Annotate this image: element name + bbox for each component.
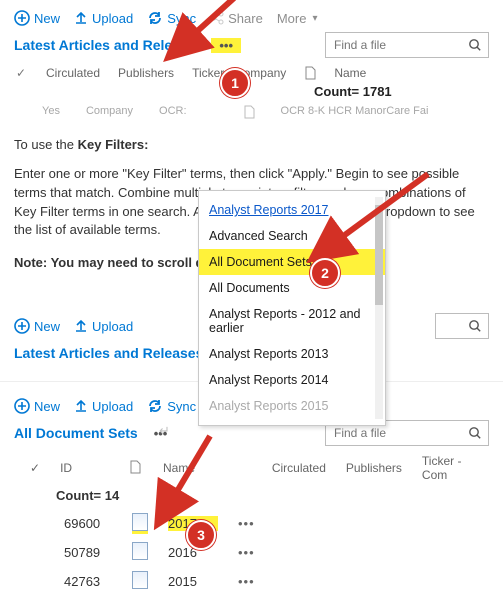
docset-icon — [132, 513, 148, 534]
search-input[interactable] — [332, 425, 446, 441]
annotation-arrow-1 — [164, 0, 254, 69]
sync-icon — [147, 398, 163, 414]
search-icon — [468, 426, 482, 440]
upload-icon — [74, 319, 88, 333]
new-button[interactable]: New — [14, 398, 60, 414]
badge-3: 3 — [186, 520, 216, 550]
faint-d: OCR 8-K HCR ManorCare Fai — [281, 105, 429, 122]
cell-id: 50789 — [64, 545, 112, 560]
col-circulated[interactable]: Circulated — [272, 461, 326, 475]
row-menu-dots[interactable]: ••• — [238, 516, 255, 531]
menu-item[interactable]: Analyst Reports 2014 — [199, 367, 385, 393]
faint-a: Yes — [42, 105, 60, 122]
badge-1: 1 — [220, 68, 250, 98]
instr-lead: To use the — [14, 137, 78, 152]
search-box[interactable] — [435, 313, 489, 339]
menu-item[interactable]: Analyst Reports - 2012 and earlier — [199, 301, 385, 341]
checkmark-icon[interactable]: ✓ — [30, 461, 40, 475]
column-headers: ✓ ID Name Circulated Publishers Ticker -… — [30, 454, 489, 482]
checkmark-icon[interactable]: ✓ — [14, 66, 28, 80]
table-row[interactable]: 42763 2015 ••• — [30, 567, 489, 596]
docset-icon — [132, 542, 148, 563]
search-box[interactable] — [325, 32, 489, 58]
menu-item[interactable]: Analyst Reports 2013 — [199, 341, 385, 367]
faint-c: OCR: — [159, 105, 187, 122]
view-name[interactable]: All Document Sets — [14, 425, 138, 441]
menu-item[interactable]: Analyst Reports 2015 — [199, 393, 385, 419]
row-menu-dots[interactable]: ••• — [238, 545, 255, 560]
col-publishers[interactable]: Publishers — [346, 461, 402, 475]
upload-button[interactable]: Upload — [74, 399, 133, 414]
upload-icon — [74, 11, 88, 25]
col-circulated[interactable]: Circulated — [46, 66, 100, 80]
annotation-arrow-3 — [150, 434, 230, 537]
docset-icon — [132, 571, 148, 592]
row-menu-dots[interactable]: ••• — [238, 574, 255, 589]
upload-button[interactable]: Upload — [74, 319, 133, 334]
plus-circle-icon — [14, 318, 30, 334]
table-row[interactable]: 69600 2017 ••• — [30, 509, 489, 538]
sync-button[interactable]: Sync — [147, 398, 196, 414]
plus-circle-icon — [14, 398, 30, 414]
faint-row: Yes Company OCR: OCR 8-K HCR ManorCare F… — [42, 105, 489, 122]
search-icon — [468, 38, 482, 52]
search-input[interactable] — [332, 37, 446, 53]
document-icon — [304, 66, 316, 80]
cell-id: 69600 — [64, 516, 112, 531]
new-button[interactable]: New — [14, 10, 60, 26]
documents-table: ✓ ID Name Circulated Publishers Ticker -… — [30, 454, 489, 596]
sync-icon — [147, 10, 163, 26]
instr-bold: Key Filters: — [78, 137, 149, 152]
col-ticker-company[interactable]: Ticker - Com — [422, 454, 489, 482]
search-icon — [468, 319, 482, 333]
document-icon — [243, 105, 255, 119]
more-label: More — [277, 11, 307, 26]
count-label: Count= 14 — [56, 488, 489, 503]
faint-b: Company — [86, 105, 133, 122]
upload-button[interactable]: Upload — [74, 11, 133, 26]
count-label: Count= 1781 — [314, 84, 489, 99]
document-icon — [129, 460, 141, 474]
col-name[interactable]: Name — [334, 66, 366, 80]
table-row[interactable]: 50789 2016 ••• — [30, 538, 489, 567]
new-label: New — [34, 11, 60, 26]
badge-2: 2 — [310, 258, 340, 288]
upload-icon — [74, 399, 88, 413]
col-id[interactable]: ID — [60, 461, 107, 475]
plus-circle-icon — [14, 10, 30, 26]
cell-id: 42763 — [64, 574, 112, 589]
upload-label: Upload — [92, 11, 133, 26]
chevron-down-icon: ▾ — [312, 13, 317, 24]
new-button[interactable]: New — [14, 318, 60, 334]
cell-name[interactable]: 2015 — [168, 574, 218, 589]
view-name[interactable]: Latest Articles and Releases — [14, 345, 203, 361]
more-button[interactable]: More ▾ — [277, 11, 318, 26]
